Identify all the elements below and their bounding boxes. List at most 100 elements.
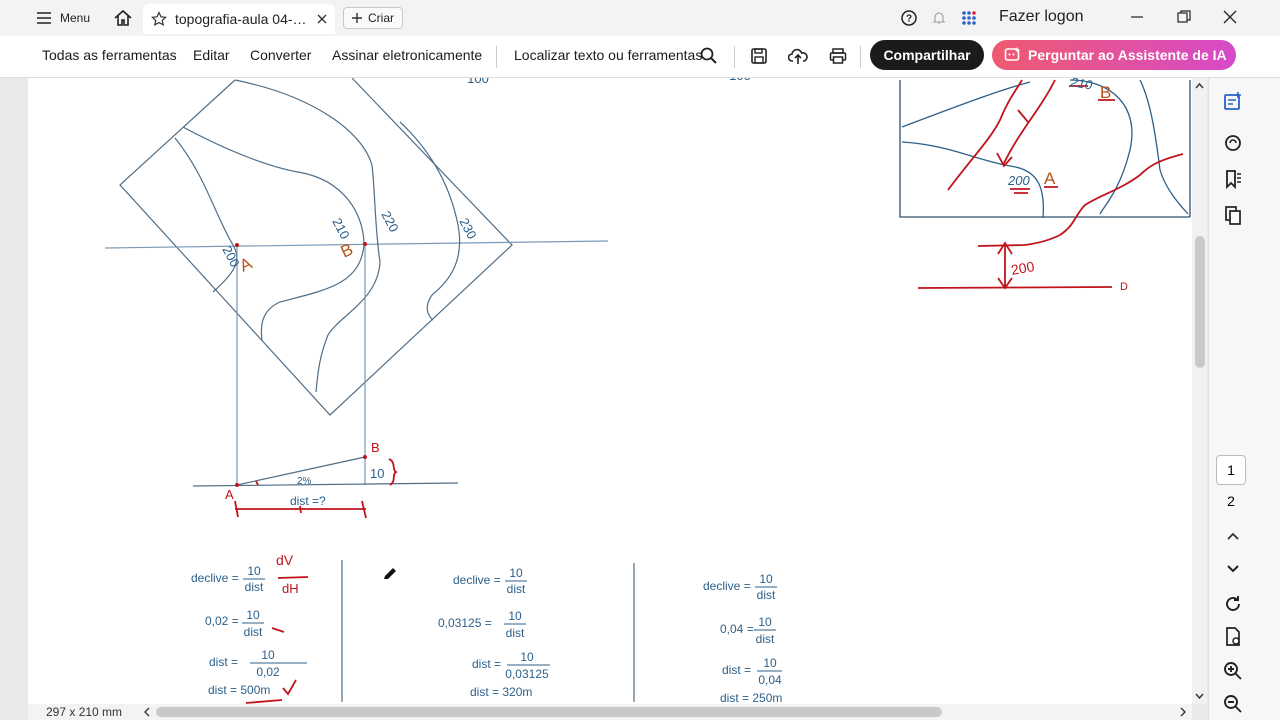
convert-button[interactable]: Converter [250,47,311,63]
refresh-icon[interactable] [1221,592,1245,616]
calc2-result: dist = 320m [470,685,532,699]
left-gutter [0,78,28,720]
calc3-den3: 0,04 [758,673,782,687]
contour-label-210: 210 [329,215,352,241]
bookmark-icon[interactable] [1221,167,1245,191]
pencil-icon [384,568,396,579]
pages-icon[interactable] [1221,204,1245,228]
calc2-declive: declive = [453,573,501,587]
apps-icon[interactable] [961,10,977,26]
contour-label-220: 220 [378,208,401,234]
calc1-ratio: 0,02 = [205,614,239,628]
slope-tick [255,480,259,486]
inset-contour [1139,79,1189,215]
calc2-den3: 0,03125 [505,667,549,681]
all-tools-button[interactable]: Todas as ferramentas [42,47,177,63]
home-icon[interactable] [112,7,134,29]
calc1-declive: declive = [191,571,239,585]
calc2-num3: 10 [520,650,534,664]
calc2-num: 10 [509,566,523,580]
ai-assistant-label: Perguntar ao Assistente de IA [1028,47,1227,63]
close-window-icon[interactable] [1223,10,1237,24]
calc1-dv: dV [276,552,294,568]
close-tab-icon[interactable] [317,14,327,24]
sign-button[interactable]: Assinar eletronicamente [332,47,482,63]
zoom-in-icon[interactable] [1221,659,1245,683]
section-line [104,240,609,249]
vertical-scrollbar[interactable] [1192,78,1207,704]
share-button[interactable]: Compartilhar [870,40,984,70]
edit-button[interactable]: Editar [193,47,230,63]
bell-icon[interactable] [931,10,947,26]
right-tool-panel: 1 2 [1208,78,1280,720]
calc3-den2: dist [756,632,775,646]
point-a-label: A [237,253,256,275]
inset-arrow [996,109,1029,168]
contour-230 [399,121,461,321]
inset-red-path [1002,79,1056,166]
calc1-num2: 10 [246,608,260,622]
calc3-den: dist [757,588,776,602]
inset-label-200: 200 [1007,173,1030,188]
comment-panel-icon[interactable] [1221,90,1245,114]
calc3-declive: declive = [703,579,751,593]
restore-icon[interactable] [1177,10,1191,24]
scroll-down-icon[interactable] [1192,690,1207,702]
calc3-num3: 10 [763,656,777,670]
menu-label: Menu [60,11,91,25]
profile-a-label: A [225,487,234,502]
help-icon[interactable]: ? [901,10,917,26]
inset-contour [901,81,1031,128]
document-tab[interactable]: topografia-aula 04-d... [143,4,335,34]
profile-b-label: B [371,440,380,455]
tab-title: topografia-aula 04-d... [175,11,309,27]
login-link[interactable]: Fazer logon [999,8,1084,26]
search-icon[interactable] [700,47,718,65]
status-bar: 297 x 210 mm [28,704,1192,720]
dist-label: dist =? [290,494,326,508]
hamburger-icon [37,12,51,24]
minimize-icon[interactable] [1130,10,1144,24]
ai-assistant-button[interactable]: Perguntar ao Assistente de IA [992,40,1236,70]
page-1-button[interactable]: 1 [1216,455,1246,485]
create-button[interactable]: Criar [343,7,403,29]
ai-chat-icon[interactable] [1221,131,1245,155]
vertical-scroll-thumb[interactable] [1195,236,1205,368]
zoom-out-icon[interactable] [1221,692,1245,716]
calc1-num: 10 [247,564,261,578]
calc2-num2: 10 [508,609,522,623]
calc1-result: dist = 500m [208,683,270,697]
slope-label: 2% [297,476,312,487]
plus-icon [352,13,362,23]
document-page[interactable]: 100 100 200 210 220 230 A B 2% 10 dist =… [28,78,1192,704]
point-b-label: B [338,240,356,262]
calc2-dist: dist = [472,657,501,671]
cloud-upload-icon[interactable] [788,47,808,65]
star-icon[interactable] [151,11,167,27]
calc3-ratio: 0,04 = [720,622,754,636]
calc1-num3: 10 [261,648,275,662]
save-icon[interactable] [750,47,768,65]
toolbar-divider [860,46,861,68]
page-size-label: 297 x 210 mm [46,705,123,719]
menu-button[interactable]: Menu [36,7,90,29]
chevron-up-icon[interactable] [1221,525,1245,549]
inset-label-210: 210 [1068,78,1094,93]
scroll-left-icon[interactable] [142,706,152,718]
find-tools-button[interactable]: Localizar texto ou ferramentas [514,47,702,63]
calc3-num2: 10 [758,615,772,629]
contour-220 [234,79,381,393]
toolbar-divider [496,46,497,68]
scroll-right-icon[interactable] [1178,706,1188,718]
calc1-den3: 0,02 [256,665,280,679]
print-icon[interactable] [829,47,847,65]
horizontal-scroll-thumb[interactable] [156,707,942,717]
toolbar-divider [734,46,735,68]
chevron-down-icon[interactable] [1221,556,1245,580]
document-settings-icon[interactable] [1221,625,1245,649]
inset-label-b: B [1100,83,1111,102]
scroll-up-icon[interactable] [1192,80,1207,92]
calc3-result: dist = 250m [720,691,782,704]
page-2-button[interactable]: 2 [1216,486,1246,516]
calc3-num: 10 [759,572,773,586]
